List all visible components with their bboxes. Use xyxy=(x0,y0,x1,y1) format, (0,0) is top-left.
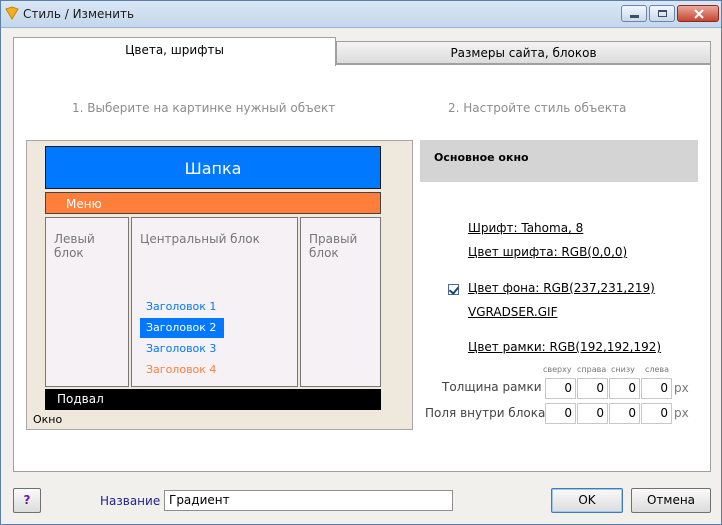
bg-color-checkbox[interactable] xyxy=(448,284,459,295)
preview-menu[interactable]: Меню xyxy=(45,192,381,214)
title-bar[interactable]: Стиль / Изменить xyxy=(1,1,721,28)
tab-colors-fonts[interactable]: Цвета, шрифты xyxy=(13,37,336,66)
border-width-unit: px xyxy=(674,381,689,395)
bg-image-link[interactable]: VGRADSER.GIF xyxy=(468,305,557,319)
preview-right-block[interactable]: Правый блок xyxy=(300,217,381,387)
preview-footer[interactable]: Подвал xyxy=(45,389,381,410)
padding-label: Поля внутри блока xyxy=(425,406,546,420)
maximize-button[interactable] xyxy=(649,5,675,22)
ok-button[interactable]: OK xyxy=(551,488,623,513)
padding-right-input[interactable]: 0 xyxy=(577,403,608,424)
border-width-label: Толщина рамки xyxy=(442,380,542,394)
padding-bottom-input[interactable]: 0 xyxy=(609,403,640,424)
cancel-button[interactable]: Отмена xyxy=(631,488,711,513)
name-label: Название xyxy=(100,494,161,508)
app-icon xyxy=(5,6,19,20)
side-header-top: сверху xyxy=(543,365,572,374)
preview-header[interactable]: Шапка xyxy=(45,146,381,189)
bg-color-link[interactable]: Цвет фона: RGB(237,231,219) xyxy=(468,281,655,295)
font-link[interactable]: Шрифт: Tahoma, 8 xyxy=(468,221,583,235)
step-1-label: 1. Выберите на картинке нужный объект xyxy=(72,101,336,115)
border-width-right-input[interactable]: 0 xyxy=(577,378,608,399)
side-header-left: слева xyxy=(645,365,670,374)
side-header-right: справа xyxy=(577,365,607,374)
border-color-link[interactable]: Цвет рамки: RGB(192,192,192) xyxy=(468,340,661,354)
preview-left-block[interactable]: Левый блок xyxy=(45,217,129,387)
preview-window-label[interactable]: Окно xyxy=(33,413,62,426)
preview-right-block-label: Правый блок xyxy=(309,232,358,260)
tab-sizes[interactable]: Размеры сайта, блоков xyxy=(336,41,711,64)
border-width-bottom-input[interactable]: 0 xyxy=(609,378,640,399)
padding-top-input[interactable]: 0 xyxy=(545,403,576,424)
preview-heading-4[interactable]: Заголовок 4 xyxy=(140,360,216,380)
name-input[interactable]: Градиент xyxy=(164,490,453,511)
preview-heading-2[interactable]: Заголовок 2 xyxy=(140,318,224,338)
window-title: Стиль / Изменить xyxy=(23,7,135,21)
selected-object-box: Основное окно xyxy=(420,140,698,182)
style-dialog: Стиль / Изменить Цвета, шрифты Размеры с… xyxy=(0,0,722,525)
preview-heading-1[interactable]: Заголовок 1 xyxy=(140,297,216,317)
padding-unit: px xyxy=(674,406,689,420)
side-header-bottom: снизу xyxy=(611,365,635,374)
font-color-link[interactable]: Цвет шрифта: RGB(0,0,0) xyxy=(468,245,627,259)
selected-object-name: Основное окно xyxy=(434,151,529,164)
preview-left-block-label: Левый блок xyxy=(54,232,95,260)
preview-heading-3[interactable]: Заголовок 3 xyxy=(140,339,216,359)
tab-bar: Цвета, шрифты Размеры сайта, блоков xyxy=(13,37,711,66)
padding-left-input[interactable]: 0 xyxy=(641,403,672,424)
border-width-left-input[interactable]: 0 xyxy=(641,378,672,399)
tab-panel: 1. Выберите на картинке нужный объект 2.… xyxy=(13,64,711,472)
minimize-button[interactable] xyxy=(621,5,647,22)
close-button[interactable] xyxy=(677,5,719,22)
help-button[interactable]: ? xyxy=(13,488,41,513)
border-width-top-input[interactable]: 0 xyxy=(545,378,576,399)
layout-preview[interactable]: Шапка Меню Левый блок Центральный блок З… xyxy=(26,140,413,430)
preview-center-block[interactable]: Центральный блок Заголовок 1 Заголовок 2… xyxy=(131,217,298,387)
step-2-label: 2. Настройте стиль объекта xyxy=(448,101,627,115)
close-icon xyxy=(694,9,704,19)
preview-center-block-label: Центральный блок xyxy=(140,232,260,246)
minimize-icon xyxy=(630,15,639,18)
maximize-icon xyxy=(658,10,667,17)
